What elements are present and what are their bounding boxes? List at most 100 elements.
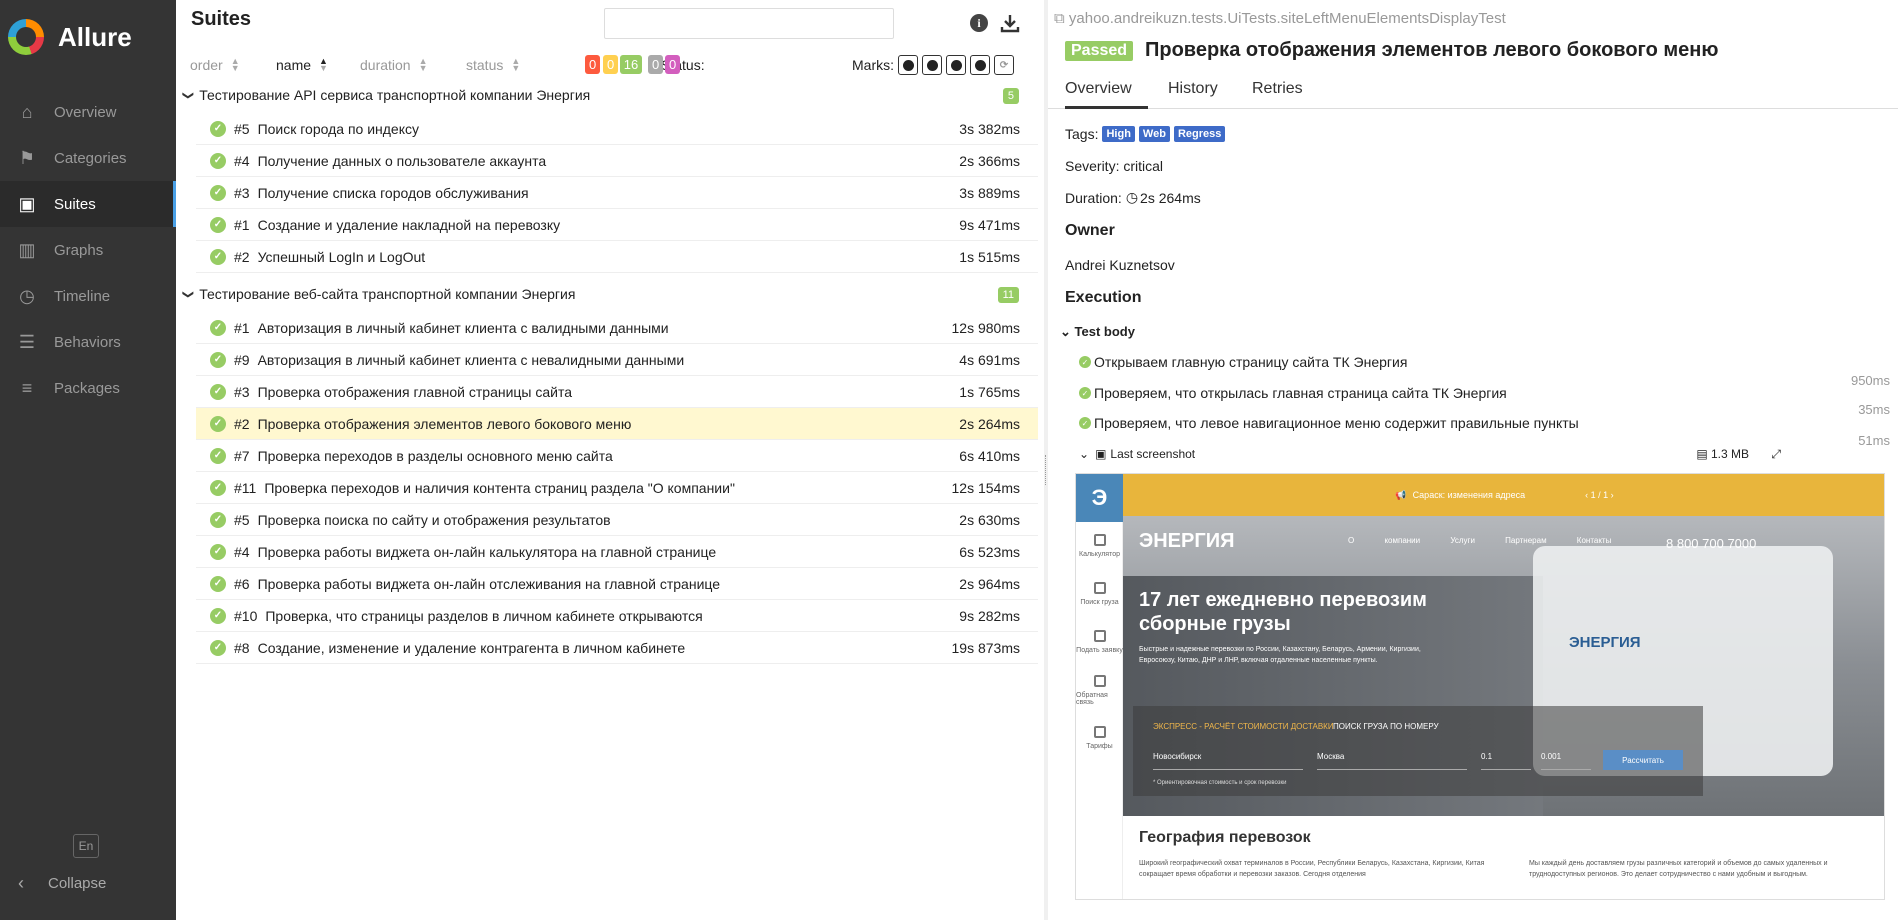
test-row[interactable]: ✓ #3 Проверка отображения главной страницы…	[196, 376, 1038, 408]
passed-check-icon: ✓	[1079, 387, 1091, 399]
sidebar-item-overview[interactable]: ⌂ Overview	[0, 89, 176, 135]
tag-badge: Web	[1138, 126, 1170, 142]
test-row[interactable]: ✓ #2 Успешный LogIn и LogOut 1s 515ms	[196, 241, 1038, 273]
shot-side-item-icon	[1093, 630, 1106, 642]
test-number: #1	[234, 319, 250, 336]
test-duration: 4s 691ms	[959, 351, 1020, 368]
severity-row: Severity: critical	[1065, 158, 1164, 174]
sort-status[interactable]: status ▲ ▼	[466, 56, 521, 74]
test-body-label: Test body	[1074, 324, 1135, 339]
step-row[interactable]: ✓ Открываем главную страницу сайта ТК Эне…	[1079, 354, 1407, 370]
mark-flaky-icon[interactable]	[898, 55, 918, 75]
sidebar-item-suites[interactable]: ▣ Suites	[0, 181, 176, 227]
step-row[interactable]: ✓ Проверяем, что открылась главная страни…	[1079, 385, 1507, 401]
test-row[interactable]: ✓ #4 Получение данных о пользователе аккау…	[196, 145, 1038, 177]
sort-name[interactable]: name ▲ ▼	[276, 57, 328, 74]
shot-track-title: ПОИСК ГРУЗА ПО НОМЕРУ	[1333, 722, 1439, 731]
align-left-icon: ≡	[21, 377, 33, 398]
brand[interactable]: Allure	[0, 0, 176, 74]
chevron-left-icon: ‹	[18, 872, 24, 893]
info-icon[interactable]: i	[970, 14, 988, 32]
step-row[interactable]: ✓ Проверяем, что левое навигационное меню…	[1079, 415, 1579, 431]
passed-check-icon: ✓	[210, 216, 226, 233]
test-row[interactable]: ✓ #1 Создание и удаление накладной на пере…	[196, 209, 1038, 241]
flag-icon: ⚑	[18, 147, 36, 168]
status-filter-count[interactable]: 0	[585, 55, 601, 74]
test-number: #11	[234, 479, 257, 496]
tab-history[interactable]: History	[1168, 80, 1218, 109]
passed-check-icon: ✓	[210, 607, 226, 624]
sidebar-item-timeline[interactable]: ◷ Timeline	[0, 273, 176, 319]
shot-side-item-label: Подать заявку	[1076, 647, 1123, 654]
expand-icon[interactable]: ⤢	[1771, 447, 1781, 462]
suite-group-count: 5	[1002, 88, 1019, 104]
sidebar-item-graphs[interactable]: ▥ Graphs	[0, 227, 176, 273]
mark-new-passed-icon[interactable]	[946, 55, 966, 75]
test-row[interactable]: ✓ #7 Проверка переходов в разделы основног…	[196, 440, 1038, 472]
status-filter-count[interactable]: 0	[648, 55, 664, 74]
test-number: #4	[234, 152, 250, 169]
suite-group-count: 11	[997, 287, 1019, 303]
test-row[interactable]: ✓ #5 Проверка поиска по сайту и отображени…	[196, 504, 1038, 536]
test-duration: 6s 410ms	[959, 447, 1020, 464]
attachment-row[interactable]: ⌄ ▣ Last screenshot ▤ 1.3 MB ⤢	[1079, 446, 1889, 462]
sidebar-item-behaviors[interactable]: ☰ Behaviors	[0, 319, 176, 365]
briefcase-icon: ▣	[18, 193, 36, 214]
sort-duration[interactable]: duration ▲ ▼	[360, 57, 428, 74]
status-filter-count[interactable]: 0	[603, 55, 619, 74]
allure-logo-icon	[8, 19, 44, 55]
test-duration: 9s 471ms	[959, 216, 1020, 233]
marks-label: Marks:	[852, 57, 894, 73]
language-switch[interactable]: En	[73, 834, 99, 858]
sort-arrows-icon: ▲ ▼	[511, 56, 521, 73]
shot-to-field: Москва	[1317, 752, 1467, 770]
passed-check-icon: ✓	[210, 447, 226, 464]
test-duration: 2s 630ms	[959, 511, 1020, 528]
passed-check-icon: ✓	[210, 511, 226, 528]
collapse-button[interactable]: ‹ Collapse	[0, 868, 176, 898]
test-row[interactable]: ✓ #2 Проверка отображения элементов левого…	[196, 408, 1038, 440]
mark-retries-icon[interactable]: ⟳	[994, 55, 1014, 75]
duration-value: 2s 264ms	[1140, 189, 1201, 206]
passed-check-icon: ✓	[210, 543, 226, 560]
brand-name: Allure	[58, 21, 132, 52]
test-row[interactable]: ✓ #3 Получение списка городов обслуживания…	[196, 177, 1038, 209]
breadcrumb-text: yahoo.andreikuzn.tests.UiTests.siteLeftM…	[1068, 10, 1506, 27]
passed-check-icon: ✓	[210, 351, 226, 368]
mark-new-broken-icon[interactable]	[970, 55, 990, 75]
test-row[interactable]: ✓ #11 Проверка переходов и наличия контент…	[196, 472, 1038, 504]
test-number: #5	[234, 120, 250, 137]
test-name: Проверка, что страницы разделов в личном…	[265, 607, 703, 624]
search-input[interactable]	[604, 8, 894, 39]
tags-label: Tags:	[1065, 126, 1099, 142]
suite-group-header[interactable]: ❯ Тестирование API сервиса транспортной к…	[182, 80, 1039, 110]
status-filter-count[interactable]: 16	[620, 55, 642, 74]
suite-group-header[interactable]: ❯ Тестирование веб-сайта транспортной ком…	[182, 279, 1039, 309]
status-filter-count[interactable]: 0	[665, 55, 681, 74]
shot-phone: 8 800 700 7000	[1666, 536, 1757, 551]
download-icon[interactable]	[1000, 13, 1020, 33]
sort-order[interactable]: order ▲ ▼	[190, 57, 240, 74]
test-row[interactable]: ✓ #4 Проверка работы виджета он-лайн кальк…	[196, 536, 1038, 568]
test-body-toggle[interactable]: ⌄ Test body	[1060, 324, 1135, 340]
tab-retries[interactable]: Retries	[1252, 80, 1303, 109]
test-row[interactable]: ✓ #5 Поиск города по индексу 3s 382ms	[196, 113, 1038, 145]
test-row[interactable]: ✓ #1 Авторизация в личный кабинет клиента …	[196, 312, 1038, 344]
test-row[interactable]: ✓ #8 Создание, изменение и удаление контра…	[196, 632, 1038, 664]
sidebar-item-packages[interactable]: ≡ Packages	[0, 365, 176, 411]
shot-menu: О компании Услуги Партнерам Контакты	[1348, 536, 1612, 545]
step-duration: 35ms	[1858, 402, 1890, 417]
test-row[interactable]: ✓ #10 Проверка, что страницы разделов в ли…	[196, 600, 1038, 632]
shot-calculator: ЭКСПРЕСС - РАСЧЁТ СТОИМОСТИ ДОСТАВКИ ПОИ…	[1133, 706, 1703, 796]
passed-check-icon: ✓	[1079, 356, 1091, 368]
test-name: Авторизация в личный кабинет клиента с н…	[257, 351, 685, 368]
mark-new-failed-icon[interactable]	[922, 55, 942, 75]
test-row[interactable]: ✓ #6 Проверка работы виджета он-лайн отсле…	[196, 568, 1038, 600]
step-name: Проверяем, что открылась главная страниц…	[1094, 385, 1507, 401]
sidebar-item-categories[interactable]: ⚑ Categories	[0, 135, 176, 181]
test-row[interactable]: ✓ #9 Авторизация в личный кабинет клиента …	[196, 344, 1038, 376]
shot-side-item-icon	[1093, 674, 1106, 687]
tab-overview[interactable]: Overview	[1065, 80, 1148, 109]
test-duration: 9s 282ms	[959, 607, 1020, 624]
test-duration: 3s 889ms	[959, 184, 1020, 201]
